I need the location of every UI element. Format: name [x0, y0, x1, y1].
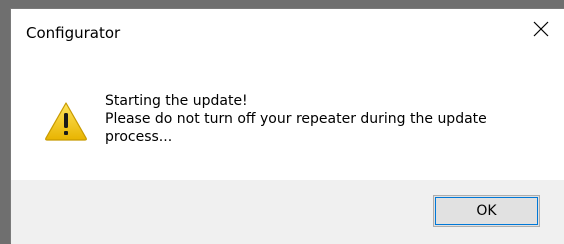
title-bar[interactable]: Configurator — [11, 9, 564, 49]
message-line-2: Please do not turn off your repeater dur… — [105, 111, 487, 127]
dialog-content: Starting the update! Please do not turn … — [11, 49, 564, 180]
message-line-3: process... — [105, 129, 173, 145]
close-button[interactable] — [518, 9, 564, 49]
ok-button[interactable]: OK — [433, 195, 540, 227]
button-bar: OK — [11, 180, 564, 244]
warning-icon — [45, 102, 87, 141]
ok-button-label: OK — [476, 203, 497, 219]
close-icon — [533, 21, 549, 37]
window-title: Configurator — [26, 24, 121, 42]
message-dialog: Configurator Starting the update! Please… — [10, 8, 564, 244]
message-text: Starting the update! Please do not turn … — [105, 92, 545, 146]
message-line-1: Starting the update! — [105, 93, 248, 109]
